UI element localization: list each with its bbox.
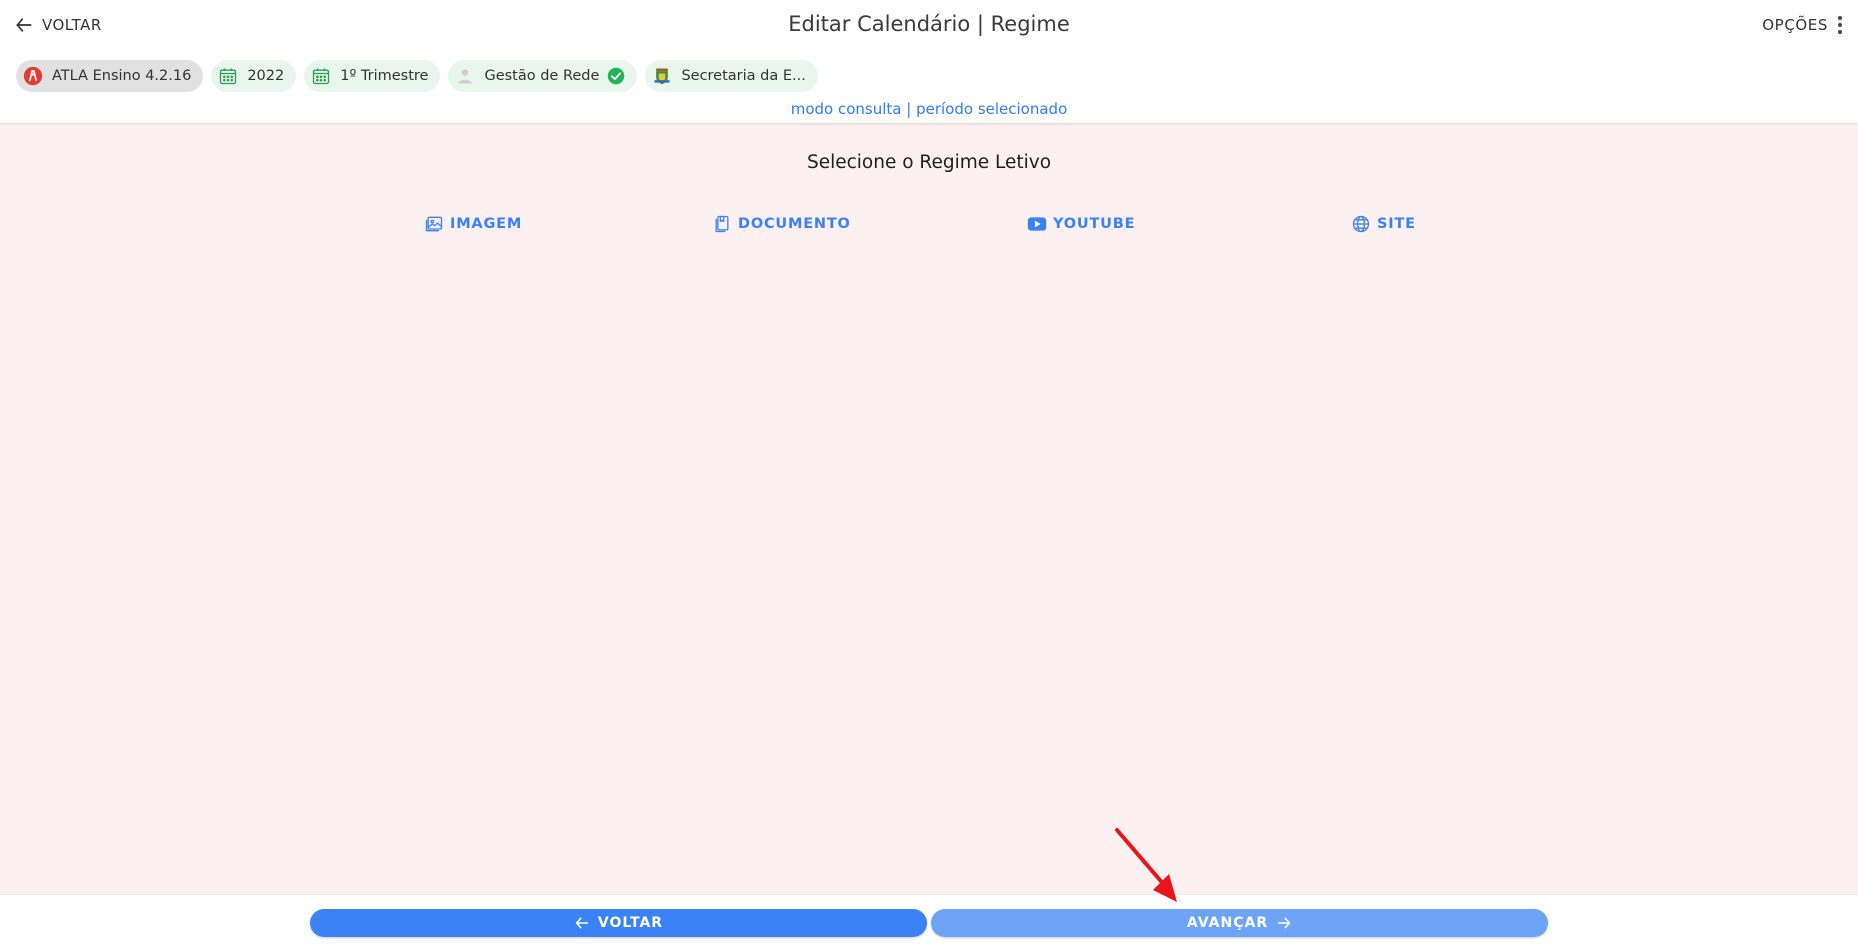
chip-label: Gestão de Rede [484, 68, 600, 84]
calendar-icon [310, 65, 332, 87]
chip-period[interactable]: 1º Trimestre [304, 60, 441, 92]
section-title: Selecione o Regime Letivo [806, 152, 1052, 173]
arrow-right-icon [1277, 917, 1291, 929]
youtube-icon [1027, 217, 1047, 231]
chip-system-version[interactable]: ATLA Ensino 4.2.16 [16, 60, 204, 92]
site-button-label: SITE [1377, 216, 1416, 232]
document-icon [715, 215, 729, 233]
user-icon [454, 65, 476, 87]
globe-icon [1352, 215, 1370, 233]
page-title: Editar Calendário | Regime [788, 12, 1070, 36]
next-button[interactable]: AVANÇAR [931, 909, 1548, 937]
youtube-button[interactable]: YOUTUBE [1027, 212, 1135, 236]
mode-indicator[interactable]: modo consulta | período selecionado [0, 100, 1858, 118]
footer-bar: VOLTAR AVANÇAR [0, 894, 1858, 949]
chip-organization[interactable]: Secretaria da E... [645, 60, 818, 92]
chip-year[interactable]: 2022 [211, 60, 297, 92]
image-button[interactable]: IMAGEM [424, 212, 522, 236]
chip-label: 1º Trimestre [340, 68, 429, 84]
municipal-crest-icon [651, 65, 673, 87]
more-vert-icon [1838, 16, 1842, 34]
chip-label: 2022 [247, 68, 285, 84]
top-app-bar: VOLTAR Editar Calendário | Regime OPÇÕES… [0, 0, 1858, 124]
site-button[interactable]: SITE [1351, 212, 1416, 236]
atla-logo-icon [22, 65, 44, 87]
context-chips: ATLA Ensino 4.2.16 2022 1º Trimestre Ges… [16, 60, 818, 92]
chip-profile[interactable]: Gestão de Rede [448, 60, 638, 92]
youtube-button-label: YOUTUBE [1053, 216, 1136, 232]
check-circle-icon [608, 67, 625, 85]
previous-button-label: VOLTAR [597, 915, 664, 931]
image-button-label: IMAGEM [450, 216, 523, 232]
options-button[interactable]: OPÇÕES [1762, 12, 1842, 38]
chip-label: ATLA Ensino 4.2.16 [52, 68, 192, 84]
annotation-arrow-icon [1115, 828, 1177, 902]
main-content: Selecione o Regime Letivo IMAGEM DOCUMEN… [0, 124, 1858, 894]
image-icon [425, 216, 443, 232]
next-button-label: AVANÇAR [1186, 915, 1269, 931]
document-button[interactable]: DOCUMENTO [712, 212, 851, 236]
arrow-left-icon [575, 917, 589, 929]
document-button-label: DOCUMENTO [738, 216, 851, 232]
options-label: OPÇÕES [1762, 16, 1828, 34]
chip-label: Secretaria da E... [681, 68, 806, 84]
calendar-icon [217, 65, 239, 87]
previous-button[interactable]: VOLTAR [310, 909, 927, 937]
